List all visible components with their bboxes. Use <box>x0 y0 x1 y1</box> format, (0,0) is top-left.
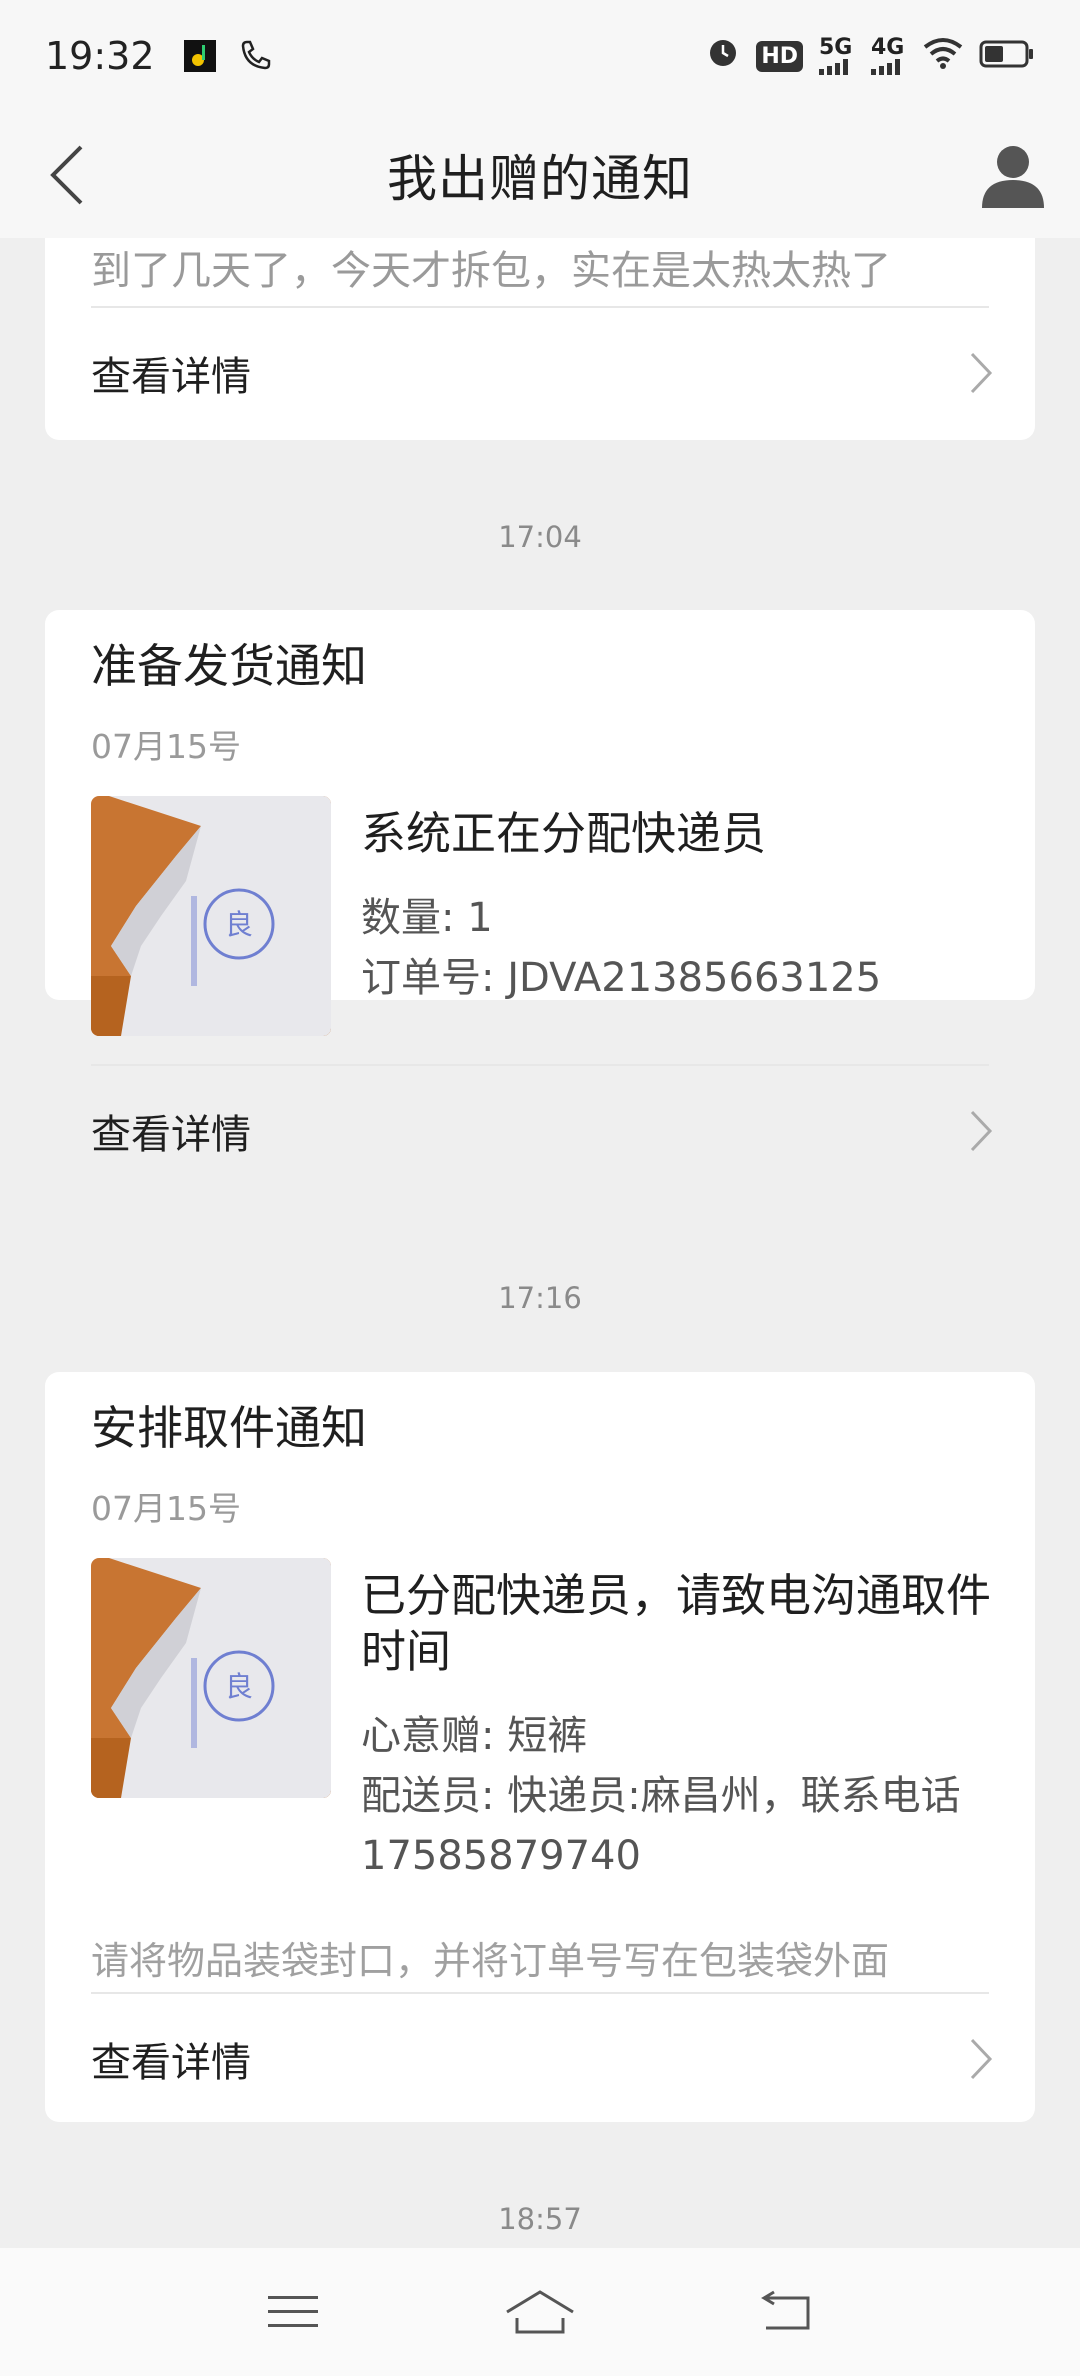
order-number-text: 订单号: JDVA21385663125 <box>361 955 882 1001</box>
notification-card-shipping: 准备发货通知 07月15号 良 系统正在分配快递员 数量: 1 订单号: JDV… <box>45 610 1035 1158</box>
status-text: 系统正在分配快递员 <box>361 807 767 860</box>
home-button[interactable] <box>495 2267 585 2357</box>
chevron-right-icon <box>969 308 993 438</box>
svg-text:良: 良 <box>225 908 253 941</box>
missed-call-icon <box>237 38 273 74</box>
page-title: 我出赠的通知 <box>387 150 693 208</box>
gift-item-text: 心意赠: 短裤 <box>361 1713 588 1759</box>
signal-5g-icon: 5G <box>819 37 855 75</box>
time-separator: 17:16 <box>498 1281 582 1315</box>
music-app-icon <box>183 39 217 73</box>
alarm-icon <box>706 34 740 78</box>
hd-icon: HD <box>756 40 803 72</box>
hd-label: HD <box>756 40 803 72</box>
status-bar: 19:32 HD 5G 4G <box>0 0 1080 112</box>
profile-button[interactable] <box>968 130 1058 220</box>
menu-button[interactable] <box>248 2267 338 2357</box>
product-thumbnail[interactable]: 良 <box>91 796 331 1036</box>
return-icon <box>760 2290 810 2330</box>
card-title: 准备发货通知 <box>91 639 367 693</box>
signal-4g-icon: 4G <box>871 37 907 75</box>
card-date: 07月15号 <box>91 727 241 766</box>
home-icon <box>506 2290 574 2334</box>
courier-info-text: 配送员: 快递员:麻昌州，联系电话17585879740 <box>361 1773 961 1879</box>
status-text: 已分配快递员，请致电沟通取件时间 <box>361 1569 992 1678</box>
battery-icon <box>979 34 1035 78</box>
view-details-row[interactable]: 查看详情 <box>45 308 1035 438</box>
time-separator: 17:04 <box>498 520 582 554</box>
chevron-right-icon <box>969 1066 993 1196</box>
status-time: 19:32 <box>45 34 155 78</box>
wifi-icon <box>923 34 963 78</box>
time-separator: 18:57 <box>498 2202 582 2236</box>
app-header: 我出赠的通知 <box>0 112 1080 238</box>
packing-hint: 请将物品装袋封口，并将订单号写在包装袋外面 <box>91 1939 890 1983</box>
view-details-label: 查看详情 <box>91 354 251 400</box>
notification-list[interactable]: 到了几天了，今天才拆包，实在是太热太热了 查看详情 17:04 准备发货通知 0… <box>0 238 1080 2248</box>
card-title: 安排取件通知 <box>91 1401 367 1455</box>
view-details-row[interactable]: 查看详情 <box>45 1994 1035 2124</box>
card-date: 07月15号 <box>91 1489 241 1528</box>
message-snippet: 到了几天了，今天才拆包，实在是太热太热了 <box>91 248 891 294</box>
view-details-label: 查看详情 <box>91 2040 251 2086</box>
back-nav-button[interactable] <box>742 2267 832 2357</box>
signal-5g-label: 5G <box>819 35 853 60</box>
system-nav-bar <box>0 2248 1080 2376</box>
product-thumbnail[interactable]: 良 <box>91 1558 331 1798</box>
view-details-label: 查看详情 <box>91 1112 251 1158</box>
svg-text:良: 良 <box>225 1670 253 1703</box>
chevron-right-icon <box>969 1994 993 2124</box>
notification-card-pickup: 安排取件通知 07月15号 良 已分配快递员，请致电沟通取件时间 心意赠: 短裤… <box>45 1372 1035 2122</box>
notification-card-partial: 到了几天了，今天才拆包，实在是太热太热了 查看详情 <box>45 238 1035 440</box>
quantity-text: 数量: 1 <box>361 895 493 941</box>
menu-icon <box>268 2296 319 2327</box>
user-icon <box>982 146 1044 208</box>
view-details-row[interactable]: 查看详情 <box>45 1066 1035 1196</box>
signal-4g-label: 4G <box>871 35 905 60</box>
